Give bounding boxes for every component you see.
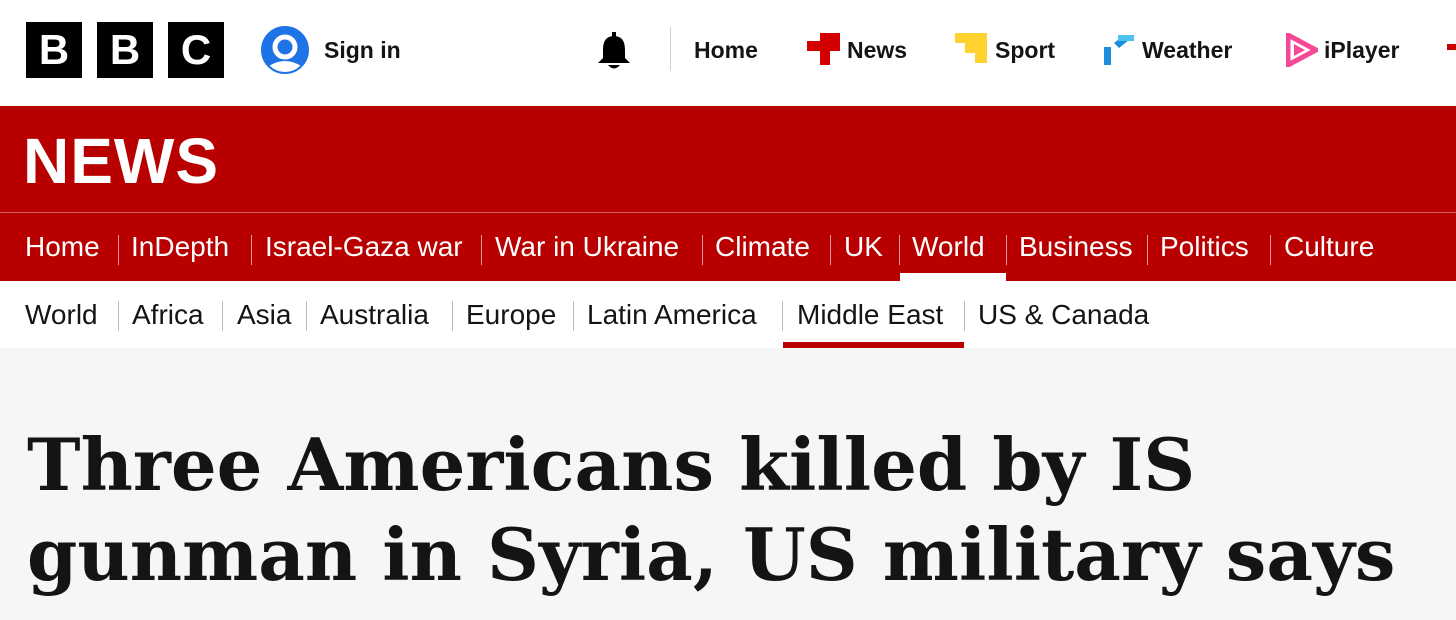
bbc-logo-letter: B [26, 22, 82, 78]
section-nav: Home InDepth Israel-Gaza war War in Ukra… [0, 213, 1456, 281]
topnav-label: Weather [1142, 36, 1233, 63]
bbc-logo-letter: B [97, 22, 153, 78]
topnav-sport[interactable]: Sport [955, 30, 1055, 70]
bbc-logo-letter: C [168, 22, 224, 78]
topnav-iplayer[interactable]: iPlayer [1286, 30, 1399, 70]
headline-line: gunman in Syria, US military says [27, 512, 1396, 597]
section-culture[interactable]: Culture [1284, 227, 1374, 267]
section-uk[interactable]: UK [844, 227, 883, 267]
subsection-world[interactable]: World [25, 296, 98, 334]
global-header: B B C Sign in Home News Sport Weather iP… [0, 0, 1456, 106]
sign-in-label: Sign in [324, 36, 401, 63]
nav-separator [1270, 235, 1271, 265]
weather-icon [1104, 35, 1134, 65]
section-business[interactable]: Business [1019, 227, 1133, 267]
nav-separator [452, 301, 453, 331]
nav-separator [306, 301, 307, 331]
nav-separator [118, 301, 119, 331]
nav-separator [481, 235, 482, 265]
section-war-in-ukraine[interactable]: War in Ukraine [495, 227, 679, 267]
subsection-nav: World Africa Asia Australia Europe Latin… [0, 281, 1456, 348]
nav-separator [118, 235, 119, 265]
iplayer-icon [1286, 33, 1318, 67]
section-home[interactable]: Home [25, 227, 100, 267]
nav-separator [1147, 235, 1148, 265]
nav-separator [573, 301, 574, 331]
nav-separator [964, 301, 965, 331]
topnav-news[interactable]: News [807, 30, 907, 70]
topnav-weather[interactable]: Weather [1102, 30, 1232, 70]
article-headline: Three Americans killed by IS gunman in S… [27, 420, 1427, 600]
topnav-home[interactable]: Home [694, 30, 758, 70]
subsection-us-canada[interactable]: US & Canada [978, 296, 1149, 334]
bbc-logo[interactable]: B B C [26, 22, 224, 78]
topnav-label: iPlayer [1324, 36, 1400, 63]
nav-separator [1006, 235, 1007, 265]
nav-separator [899, 235, 900, 265]
headline-line: Three Americans killed by IS [27, 422, 1196, 507]
nav-separator [702, 235, 703, 265]
sign-in-button[interactable]: Sign in [261, 26, 401, 74]
topnav-label: Sport [995, 36, 1056, 63]
section-climate[interactable]: Climate [715, 227, 810, 267]
subsection-middle-east[interactable]: Middle East [797, 296, 943, 334]
subsection-asia[interactable]: Asia [237, 296, 291, 334]
topnav-label: Home [694, 36, 758, 63]
user-icon [261, 26, 309, 74]
section-world[interactable]: World [912, 227, 985, 267]
nav-separator [222, 301, 223, 331]
section-israel-gaza-war[interactable]: Israel-Gaza war [265, 227, 463, 267]
active-section-indicator [900, 273, 1006, 281]
news-icon [807, 33, 840, 65]
nav-separator [830, 235, 831, 265]
section-politics[interactable]: Politics [1160, 227, 1249, 267]
nav-separator [782, 301, 783, 331]
section-indepth[interactable]: InDepth [131, 227, 229, 267]
notifications-bell-icon[interactable] [594, 30, 634, 72]
more-nav-icon [1447, 44, 1456, 50]
nav-separator [251, 235, 252, 265]
sport-icon [955, 33, 987, 63]
news-logo[interactable]: NEWS [23, 124, 219, 198]
subsection-australia[interactable]: Australia [320, 296, 429, 334]
subsection-africa[interactable]: Africa [132, 296, 204, 334]
news-banner: NEWS [0, 106, 1456, 213]
header-divider [670, 27, 671, 71]
topnav-label: News [847, 36, 908, 63]
subsection-europe[interactable]: Europe [466, 296, 556, 334]
active-subsection-indicator [783, 342, 964, 348]
subsection-latin-america[interactable]: Latin America [587, 296, 757, 334]
